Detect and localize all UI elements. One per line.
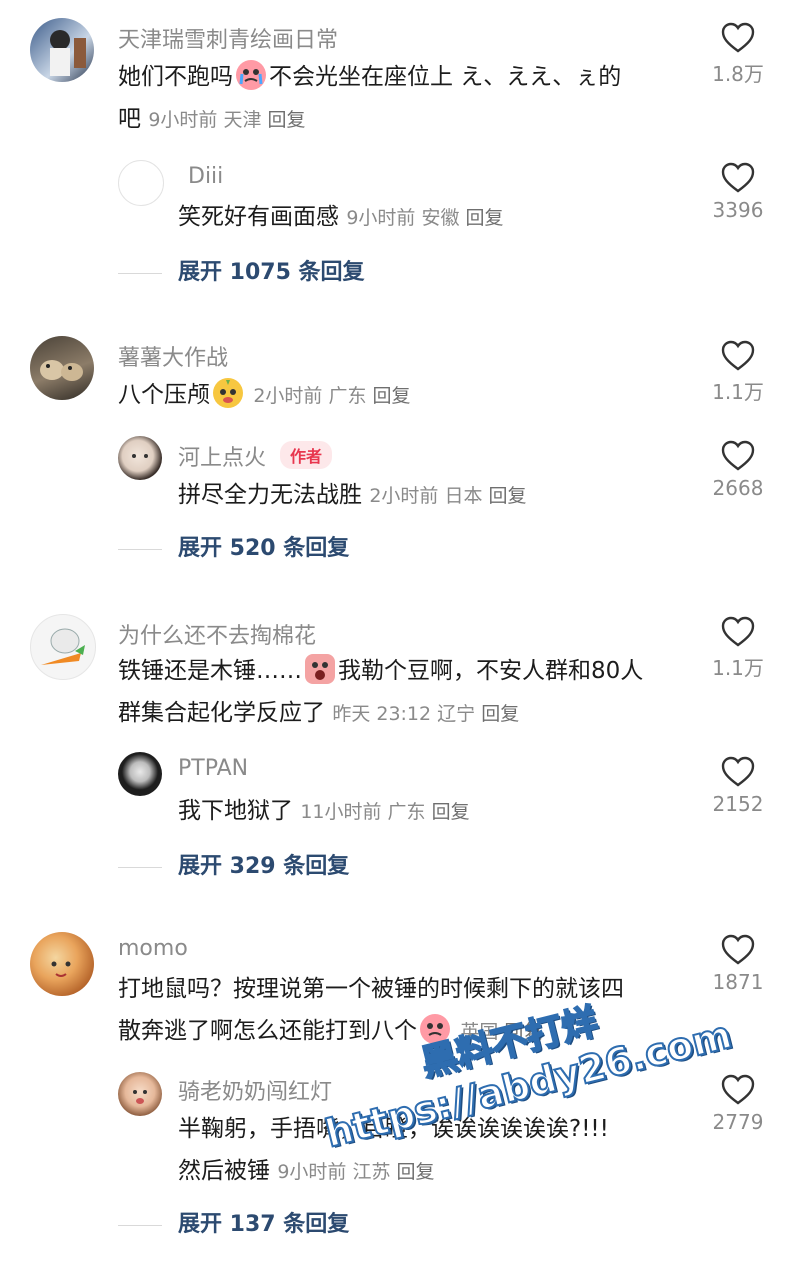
comment-meta: 2小时前 广东 回复 [253, 385, 411, 407]
reply-username[interactable]: 骑老奶奶闯红灯 [178, 1074, 332, 1106]
comment-text-part: 她们不跑吗 [118, 64, 233, 90]
reply-button[interactable]: 回复 [481, 703, 519, 725]
avatar[interactable] [118, 160, 164, 206]
reply-button[interactable]: 回复 [268, 109, 306, 131]
pear-face-icon [213, 378, 243, 408]
comment-text: 八个压颅 2小时前 广东 回复 [118, 374, 698, 417]
like-count: 1.1万 [712, 380, 764, 404]
divider [118, 1224, 162, 1226]
comment-username[interactable]: 薯薯大作战 [118, 340, 228, 372]
divider [118, 272, 162, 274]
reply-button[interactable]: 回复 [466, 207, 504, 229]
comment-meta: 9小时前 天津 回复 [148, 109, 306, 131]
heart-icon [721, 616, 755, 647]
reply-text: 我下地狱了 11小时前 广东 回复 [178, 798, 470, 824]
author-badge: 作者 [280, 441, 333, 469]
reply-button[interactable]: 回复 [373, 385, 411, 407]
reply-button[interactable]: 回复 [432, 801, 470, 823]
heart-icon [721, 756, 755, 787]
avatar[interactable] [30, 18, 94, 82]
avatar[interactable] [118, 752, 162, 796]
reply-text: 笑死好有画面感 9小时前 安徽 回复 [178, 204, 504, 230]
reply-text: 拼尽全力无法战胜 2小时前 日本 回复 [178, 482, 527, 508]
comment-text: 她们不跑吗 不会光坐在座位上 え、ええ、ぇ的 吧 9小时前 天津 回复 [118, 56, 698, 141]
screaming-face-icon [305, 654, 335, 684]
comment-username[interactable]: 为什么还不去掏棉花 [118, 618, 316, 650]
comment-meta: 昨天 23:12 辽宁 回复 [332, 703, 520, 725]
like-button[interactable]: 2668 [703, 440, 773, 500]
crying-face-icon [236, 60, 266, 90]
like-count: 2668 [712, 476, 764, 500]
comment-meta: 9小时前 安徽 回复 [346, 207, 504, 229]
avatar[interactable] [30, 614, 96, 680]
like-button[interactable]: 1.1万 [703, 616, 773, 681]
like-count: 2152 [712, 792, 764, 816]
comment-text: 铁锤还是木锤…… 我勒个豆啊，不安人群和80人 群集合起化学反应了 昨天 23:1… [118, 650, 708, 735]
avatar[interactable] [30, 336, 94, 400]
heart-icon [721, 934, 755, 965]
heart-icon [721, 162, 755, 193]
divider [118, 866, 162, 868]
like-button[interactable]: 2152 [703, 756, 773, 816]
like-button[interactable]: 1.8万 [703, 22, 773, 87]
expand-replies-button[interactable]: 展开 329 条回复 [118, 848, 349, 880]
like-button[interactable]: 1.1万 [703, 340, 773, 405]
comment-username[interactable]: 天津瑞雪刺青绘画日常 [118, 22, 338, 54]
like-button[interactable]: 3396 [703, 162, 773, 222]
reply-button[interactable]: 回复 [489, 485, 527, 507]
expand-replies-button[interactable]: 展开 137 条回复 [118, 1206, 349, 1238]
avatar[interactable] [118, 1072, 162, 1116]
expand-replies-button[interactable]: 展开 520 条回复 [118, 530, 349, 562]
comment-username[interactable]: momo [118, 936, 188, 961]
comment-text-part: 吧 [118, 106, 141, 132]
expand-replies-button[interactable]: 展开 1075 条回复 [118, 254, 365, 286]
avatar[interactable] [30, 932, 94, 996]
comment-meta: 11小时前 广东 回复 [300, 801, 470, 823]
like-count: 1.1万 [712, 656, 764, 680]
comment-text-part: 不会光坐在座位上 え、ええ、ぇ的 [269, 64, 622, 90]
reply-username[interactable]: Diii [188, 164, 223, 189]
reply-username[interactable]: 河上点火 作者 [178, 440, 333, 472]
like-count: 2779 [712, 1110, 764, 1134]
divider [118, 548, 162, 550]
reply-username[interactable]: PTPAN [178, 756, 248, 781]
heart-icon [721, 440, 755, 471]
avatar[interactable] [118, 436, 162, 480]
heart-icon [721, 22, 755, 53]
heart-icon [721, 340, 755, 371]
like-count: 3396 [712, 198, 764, 222]
like-count: 1.8万 [712, 62, 764, 86]
comment-meta: 2小时前 日本 回复 [369, 485, 527, 507]
